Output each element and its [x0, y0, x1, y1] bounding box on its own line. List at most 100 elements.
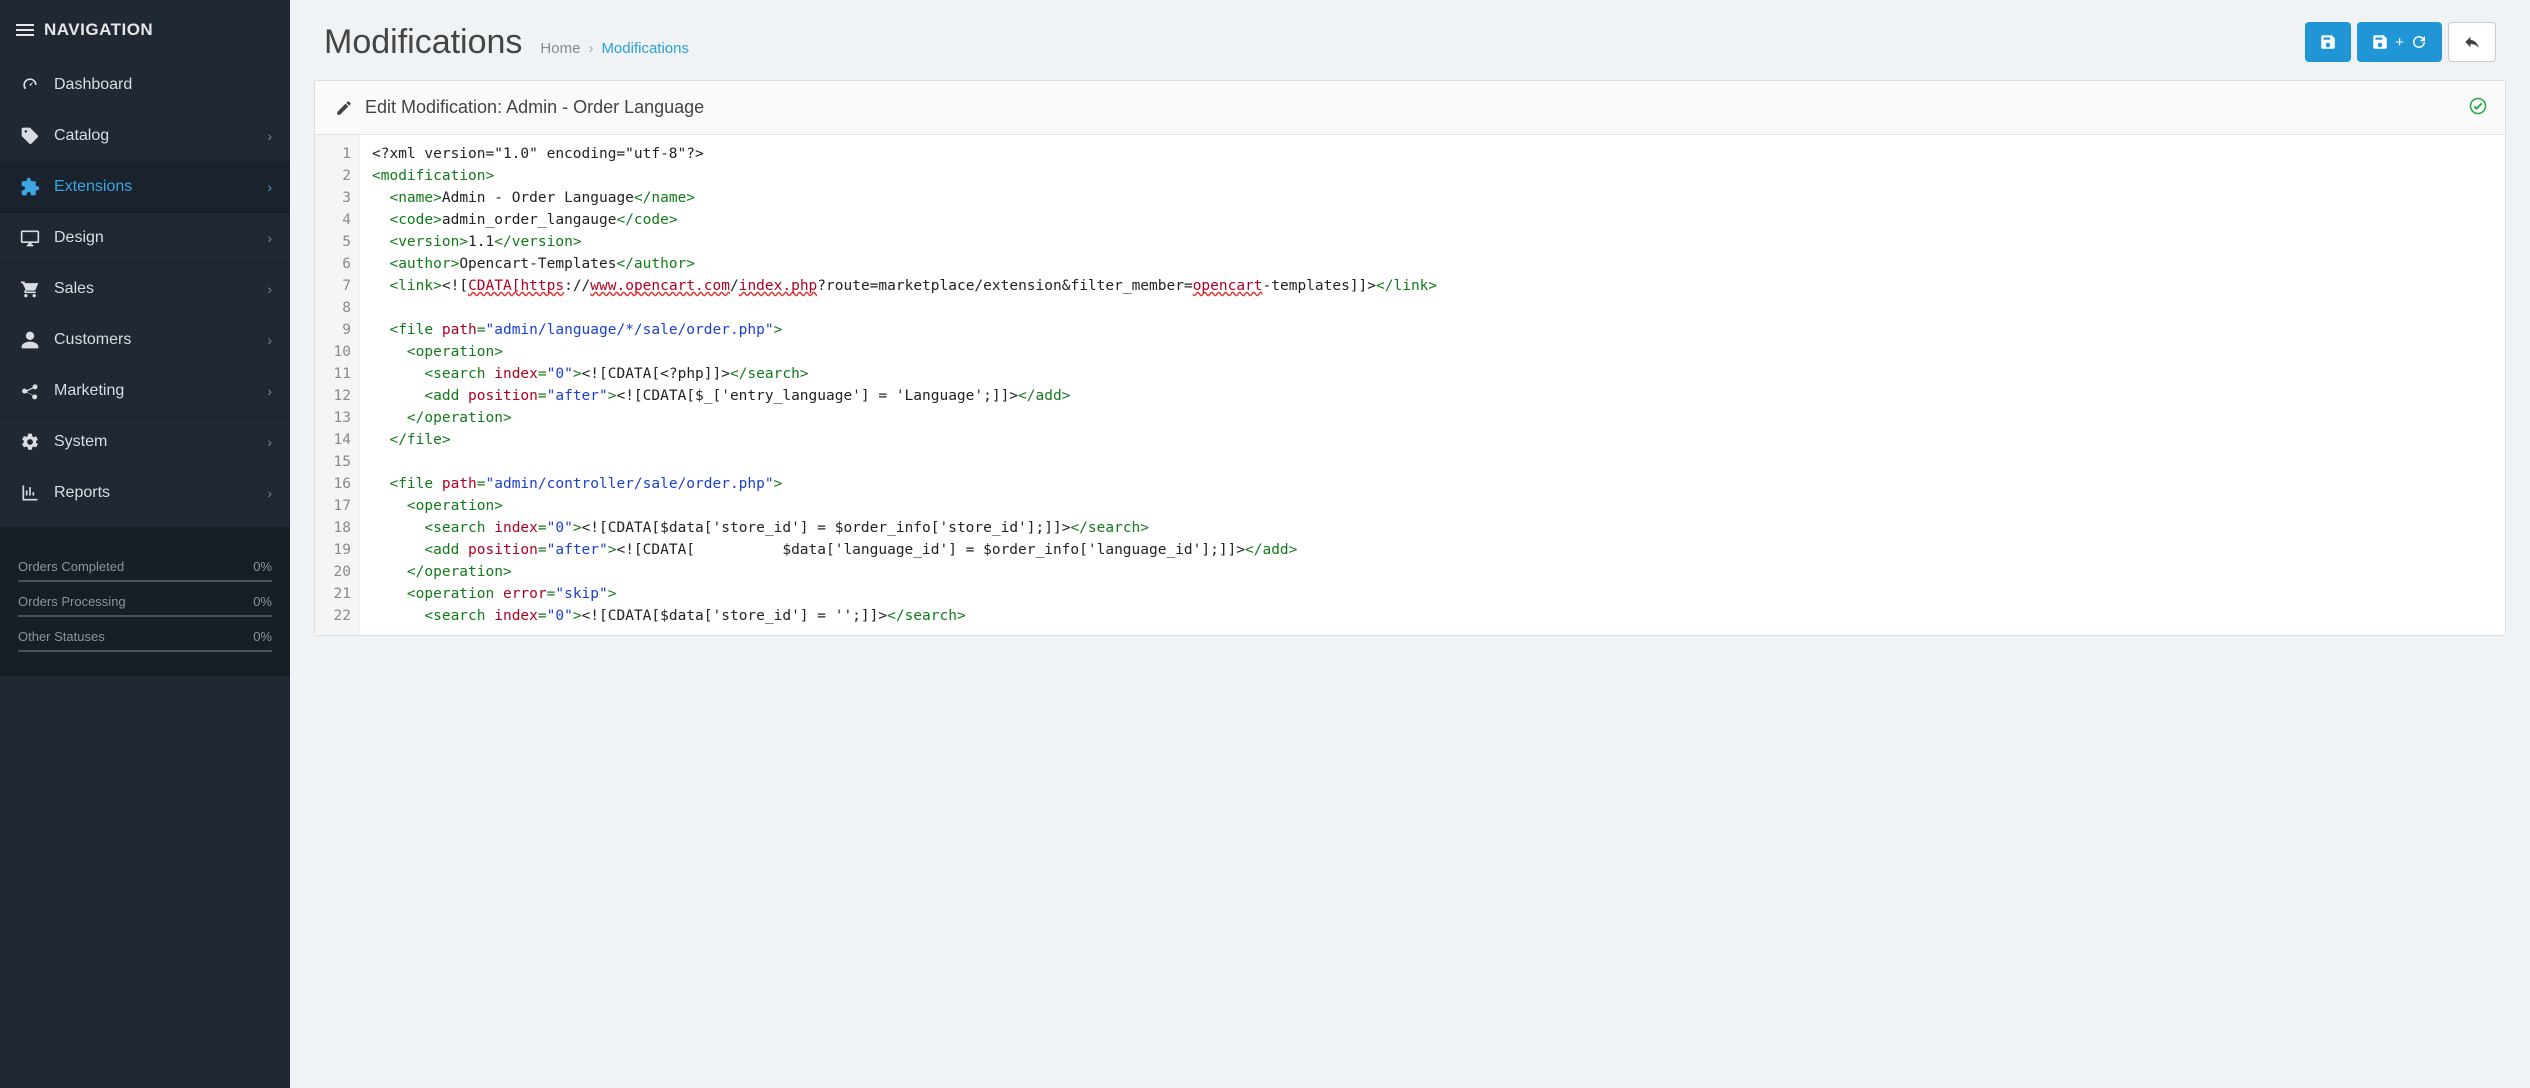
- breadcrumb-current[interactable]: Modifications: [601, 40, 689, 57]
- sidebar-item-label: Marketing: [54, 382, 124, 400]
- code-line: <link><![CDATA[https://www.opencart.com/…: [372, 275, 2493, 297]
- sidebar-item-customers[interactable]: Customers ›: [0, 315, 290, 366]
- menu-icon[interactable]: [16, 24, 34, 36]
- status-ok-icon: [2469, 95, 2487, 121]
- code-line: [372, 297, 2493, 319]
- stat-row: Other Statuses0%: [18, 629, 272, 644]
- line-number: 22: [329, 605, 351, 627]
- line-number: 4: [329, 209, 351, 231]
- stats-panel: Orders Completed0%Orders Processing0%Oth…: [0, 527, 290, 676]
- line-number: 6: [329, 253, 351, 275]
- line-number: 11: [329, 363, 351, 385]
- code-editor[interactable]: 12345678910111213141516171819202122 <?xm…: [315, 135, 2505, 635]
- code-line: <search index="0"><![CDATA[$data['store_…: [372, 605, 2493, 627]
- save-icon: [2319, 33, 2337, 51]
- line-number: 14: [329, 429, 351, 451]
- panel-title: Edit Modification: Admin - Order Languag…: [365, 97, 704, 118]
- code-line: [372, 451, 2493, 473]
- refresh-icon: [2410, 33, 2428, 51]
- stat-label: Orders Processing: [18, 594, 126, 609]
- edit-panel: Edit Modification: Admin - Order Languag…: [314, 80, 2506, 636]
- cart-icon: [18, 279, 42, 299]
- sidebar-item-label: Extensions: [54, 178, 132, 196]
- code-line: <search index="0"><![CDATA[$data['store_…: [372, 517, 2493, 539]
- sidebar-item-label: Sales: [54, 280, 94, 298]
- tag-icon: [18, 126, 42, 146]
- code-line: <modification>: [372, 165, 2493, 187]
- chevron-right-icon: ›: [267, 434, 272, 450]
- line-number: 20: [329, 561, 351, 583]
- line-number: 18: [329, 517, 351, 539]
- line-number: 19: [329, 539, 351, 561]
- chevron-right-icon: ›: [267, 485, 272, 501]
- code-line: <add position="after"><![CDATA[$_['entry…: [372, 385, 2493, 407]
- sidebar-item-reports[interactable]: Reports›: [0, 468, 290, 519]
- code-line: <operation>: [372, 341, 2493, 363]
- plus-icon: +: [2395, 34, 2404, 51]
- code-line: <operation error="skip">: [372, 583, 2493, 605]
- sidebar-item-extensions[interactable]: Extensions ›: [0, 162, 290, 213]
- line-number: 12: [329, 385, 351, 407]
- line-number: 13: [329, 407, 351, 429]
- sidebar-item-catalog[interactable]: Catalog ›: [0, 111, 290, 162]
- chevron-right-icon: ›: [267, 128, 272, 144]
- sidebar-item-label: Design: [54, 229, 104, 247]
- chevron-right-icon: ›: [267, 179, 272, 195]
- pencil-icon: [335, 99, 353, 117]
- nav-header: NAVIGATION: [0, 0, 290, 60]
- save-refresh-button[interactable]: +: [2357, 22, 2442, 62]
- breadcrumb: Home › Modifications: [540, 40, 689, 57]
- code-line: <version>1.1</version>: [372, 231, 2493, 253]
- panel-header: Edit Modification: Admin - Order Languag…: [315, 81, 2505, 135]
- code-line: </operation>: [372, 561, 2493, 583]
- line-number: 2: [329, 165, 351, 187]
- sidebar-item-system[interactable]: System ›: [0, 417, 290, 468]
- sidebar-item-label: Catalog: [54, 127, 109, 145]
- page-title: Modifications: [324, 23, 522, 62]
- code-line: </operation>: [372, 407, 2493, 429]
- sidebar-item-dashboard[interactable]: Dashboard: [0, 60, 290, 111]
- header-actions: +: [2305, 22, 2496, 62]
- monitor-icon: [18, 228, 42, 248]
- sidebar-item-marketing[interactable]: Marketing ›: [0, 366, 290, 417]
- code-line: <author>Opencart-Templates</author>: [372, 253, 2493, 275]
- code-line: <file path="admin/controller/sale/order.…: [372, 473, 2493, 495]
- code-line: <?xml version="1.0" encoding="utf-8"?>: [372, 143, 2493, 165]
- line-number: 1: [329, 143, 351, 165]
- stat-value: 0%: [253, 629, 272, 644]
- sidebar-item-sales[interactable]: Sales›: [0, 264, 290, 315]
- sidebar-item-label: System: [54, 433, 107, 451]
- line-number: 17: [329, 495, 351, 517]
- sidebar-item-design[interactable]: Design ›: [0, 213, 290, 264]
- nav-list: Dashboard Catalog › Extensions › Design › Sales…: [0, 60, 290, 519]
- chevron-right-icon: ›: [267, 332, 272, 348]
- code-body[interactable]: <?xml version="1.0" encoding="utf-8"?><m…: [360, 135, 2505, 635]
- sidebar-item-label: Customers: [54, 331, 131, 349]
- page-header: Modifications Home › Modifications +: [290, 0, 2530, 80]
- code-line: </file>: [372, 429, 2493, 451]
- line-number: 10: [329, 341, 351, 363]
- user-icon: [18, 330, 42, 350]
- save-button[interactable]: [2305, 22, 2351, 62]
- stat-row: Orders Processing 0%: [18, 594, 272, 609]
- line-number: 21: [329, 583, 351, 605]
- breadcrumb-home[interactable]: Home: [540, 40, 580, 57]
- sidebar-item-label: Dashboard: [54, 76, 132, 94]
- chevron-right-icon: ›: [267, 383, 272, 399]
- back-button[interactable]: [2448, 22, 2496, 62]
- code-line: <file path="admin/language/*/sale/order.…: [372, 319, 2493, 341]
- gauge-icon: [18, 75, 42, 95]
- reply-icon: [2463, 33, 2481, 51]
- code-line: <operation>: [372, 495, 2493, 517]
- chevron-right-icon: ›: [267, 230, 272, 246]
- line-number: 9: [329, 319, 351, 341]
- stat-value: 0%: [253, 594, 272, 609]
- line-number: 15: [329, 451, 351, 473]
- stat-bar: [18, 580, 272, 582]
- sidebar: NAVIGATION DashboardCatalog›Extensions›D…: [0, 0, 290, 1088]
- save-icon: [2371, 33, 2389, 51]
- stat-row: Orders Completed0%: [18, 559, 272, 574]
- share-icon: [18, 381, 42, 401]
- breadcrumb-separator: ›: [588, 40, 593, 57]
- code-line: <name>Admin - Order Language</name>: [372, 187, 2493, 209]
